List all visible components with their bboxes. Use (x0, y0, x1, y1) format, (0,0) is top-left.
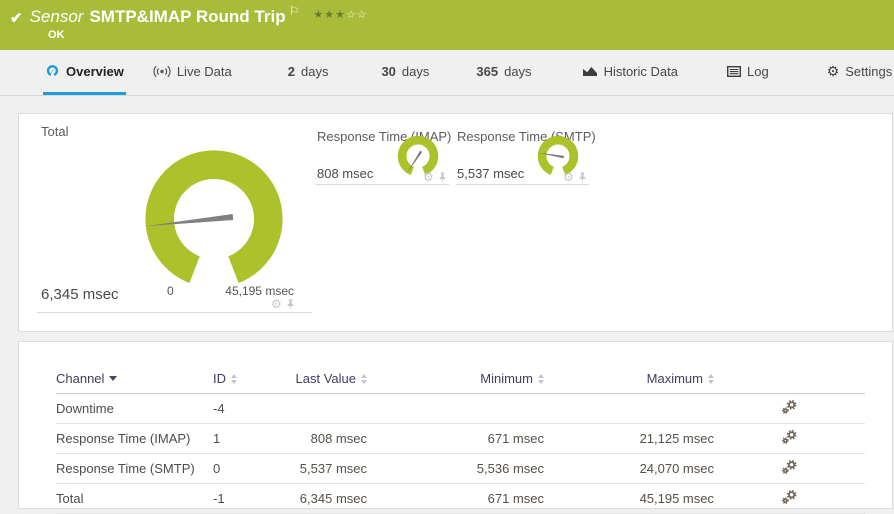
total-gauge-value: 6,345 msec (41, 286, 119, 303)
channel-name[interactable]: Response Time (IMAP) (56, 423, 213, 454)
pin-icon[interactable] (578, 172, 587, 183)
smtp-gauge-value: 5,537 msec (457, 166, 525, 181)
table-row[interactable]: Response Time (IMAP) 1 808 msec 671 msec… (56, 423, 865, 454)
total-section-divider (37, 312, 312, 313)
sort-icon (361, 373, 367, 384)
gauge-settings-gear-icon[interactable]: ⚙ (271, 298, 282, 310)
column-header-actions (714, 365, 865, 394)
sensor-kind-label: Sensor (29, 7, 84, 26)
sort-desc-icon (109, 376, 118, 381)
status-badge: OK (48, 29, 65, 41)
tab-bar: Overview Live Data 2 days 30 days 365 da… (0, 50, 894, 96)
imap-section-tools: ⚙ (423, 171, 447, 183)
total-gauge-min-label: 0 (167, 284, 174, 298)
gear-icon: ⚙ (826, 63, 840, 79)
chart-icon (582, 67, 597, 76)
imap-gauge-needle (406, 150, 423, 174)
priority-stars[interactable]: ★★★☆☆ (313, 8, 367, 21)
status-check-icon: ✔ (10, 10, 23, 27)
tab-30-days[interactable]: 30 days (379, 50, 431, 95)
channel-settings-icon[interactable] (781, 399, 797, 414)
pin-icon[interactable] (286, 299, 295, 310)
table-row[interactable]: Downtime -4 (56, 393, 865, 424)
table-header-row: Channel ID Last Value Minimum Maximum (56, 365, 865, 394)
tab-365-days[interactable]: 365 days (474, 50, 533, 95)
gauge-settings-gear-icon[interactable]: ⚙ (423, 171, 434, 183)
total-gauge-max-label: 45,195 msec (225, 284, 294, 298)
tab-log[interactable]: Log (725, 50, 771, 95)
smtp-section-divider (456, 184, 589, 185)
total-section-tools: ⚙ (271, 298, 295, 310)
column-header-id[interactable]: ID (213, 365, 291, 394)
imap-section-divider (316, 184, 449, 185)
total-gauge-title: Total (41, 124, 69, 139)
pin-icon[interactable] (438, 172, 447, 183)
channel-settings-icon[interactable] (781, 429, 797, 444)
imap-gauge-value: 808 msec (317, 166, 374, 181)
gauge-icon (46, 64, 59, 76)
channel-name[interactable]: Total (56, 483, 213, 514)
channel-name[interactable]: Downtime (56, 393, 213, 424)
column-header-channel[interactable]: Channel (56, 365, 213, 394)
sort-icon (708, 373, 714, 384)
tab-settings[interactable]: ⚙ Settings (825, 50, 894, 95)
page-title: SMTP&IMAP Round Trip (89, 7, 286, 26)
tab-2-days[interactable]: 2 days (286, 50, 331, 95)
tab-overview[interactable]: Overview (43, 50, 126, 95)
sensor-header: ✔ Sensor SMTP&IMAP Round Trip ⚐ ★★★☆☆ OK (0, 0, 894, 50)
channels-panel: Channel ID Last Value Minimum Maximum Do… (18, 341, 893, 514)
column-header-last-value[interactable]: Last Value (291, 365, 367, 394)
table-row[interactable]: Response Time (SMTP) 0 5,537 msec 5,536 … (56, 453, 865, 484)
gauge-settings-gear-icon[interactable]: ⚙ (563, 171, 574, 183)
live-data-icon (153, 65, 171, 77)
channel-name[interactable]: Response Time (SMTP) (56, 453, 213, 484)
channel-settings-icon[interactable] (781, 459, 797, 474)
overview-gauges-panel: Total 0 45,195 msec 6,345 msec ⚙ Respons… (18, 113, 893, 332)
tab-live-data[interactable]: Live Data (151, 50, 234, 95)
column-header-minimum[interactable]: Minimum (367, 365, 544, 394)
log-icon (726, 65, 741, 77)
table-row[interactable]: Total -1 6,345 msec 671 msec 45,195 msec (56, 483, 865, 514)
tab-historic-data[interactable]: Historic Data (580, 50, 680, 95)
smtp-section-tools: ⚙ (563, 171, 587, 183)
column-header-maximum[interactable]: Maximum (544, 365, 714, 394)
sort-icon (231, 373, 237, 384)
sort-icon (538, 373, 544, 384)
channel-settings-icon[interactable] (781, 489, 797, 504)
total-gauge (143, 150, 283, 283)
flag-icon[interactable]: ⚐ (289, 4, 300, 18)
channels-table: Channel ID Last Value Minimum Maximum Do… (56, 365, 865, 514)
